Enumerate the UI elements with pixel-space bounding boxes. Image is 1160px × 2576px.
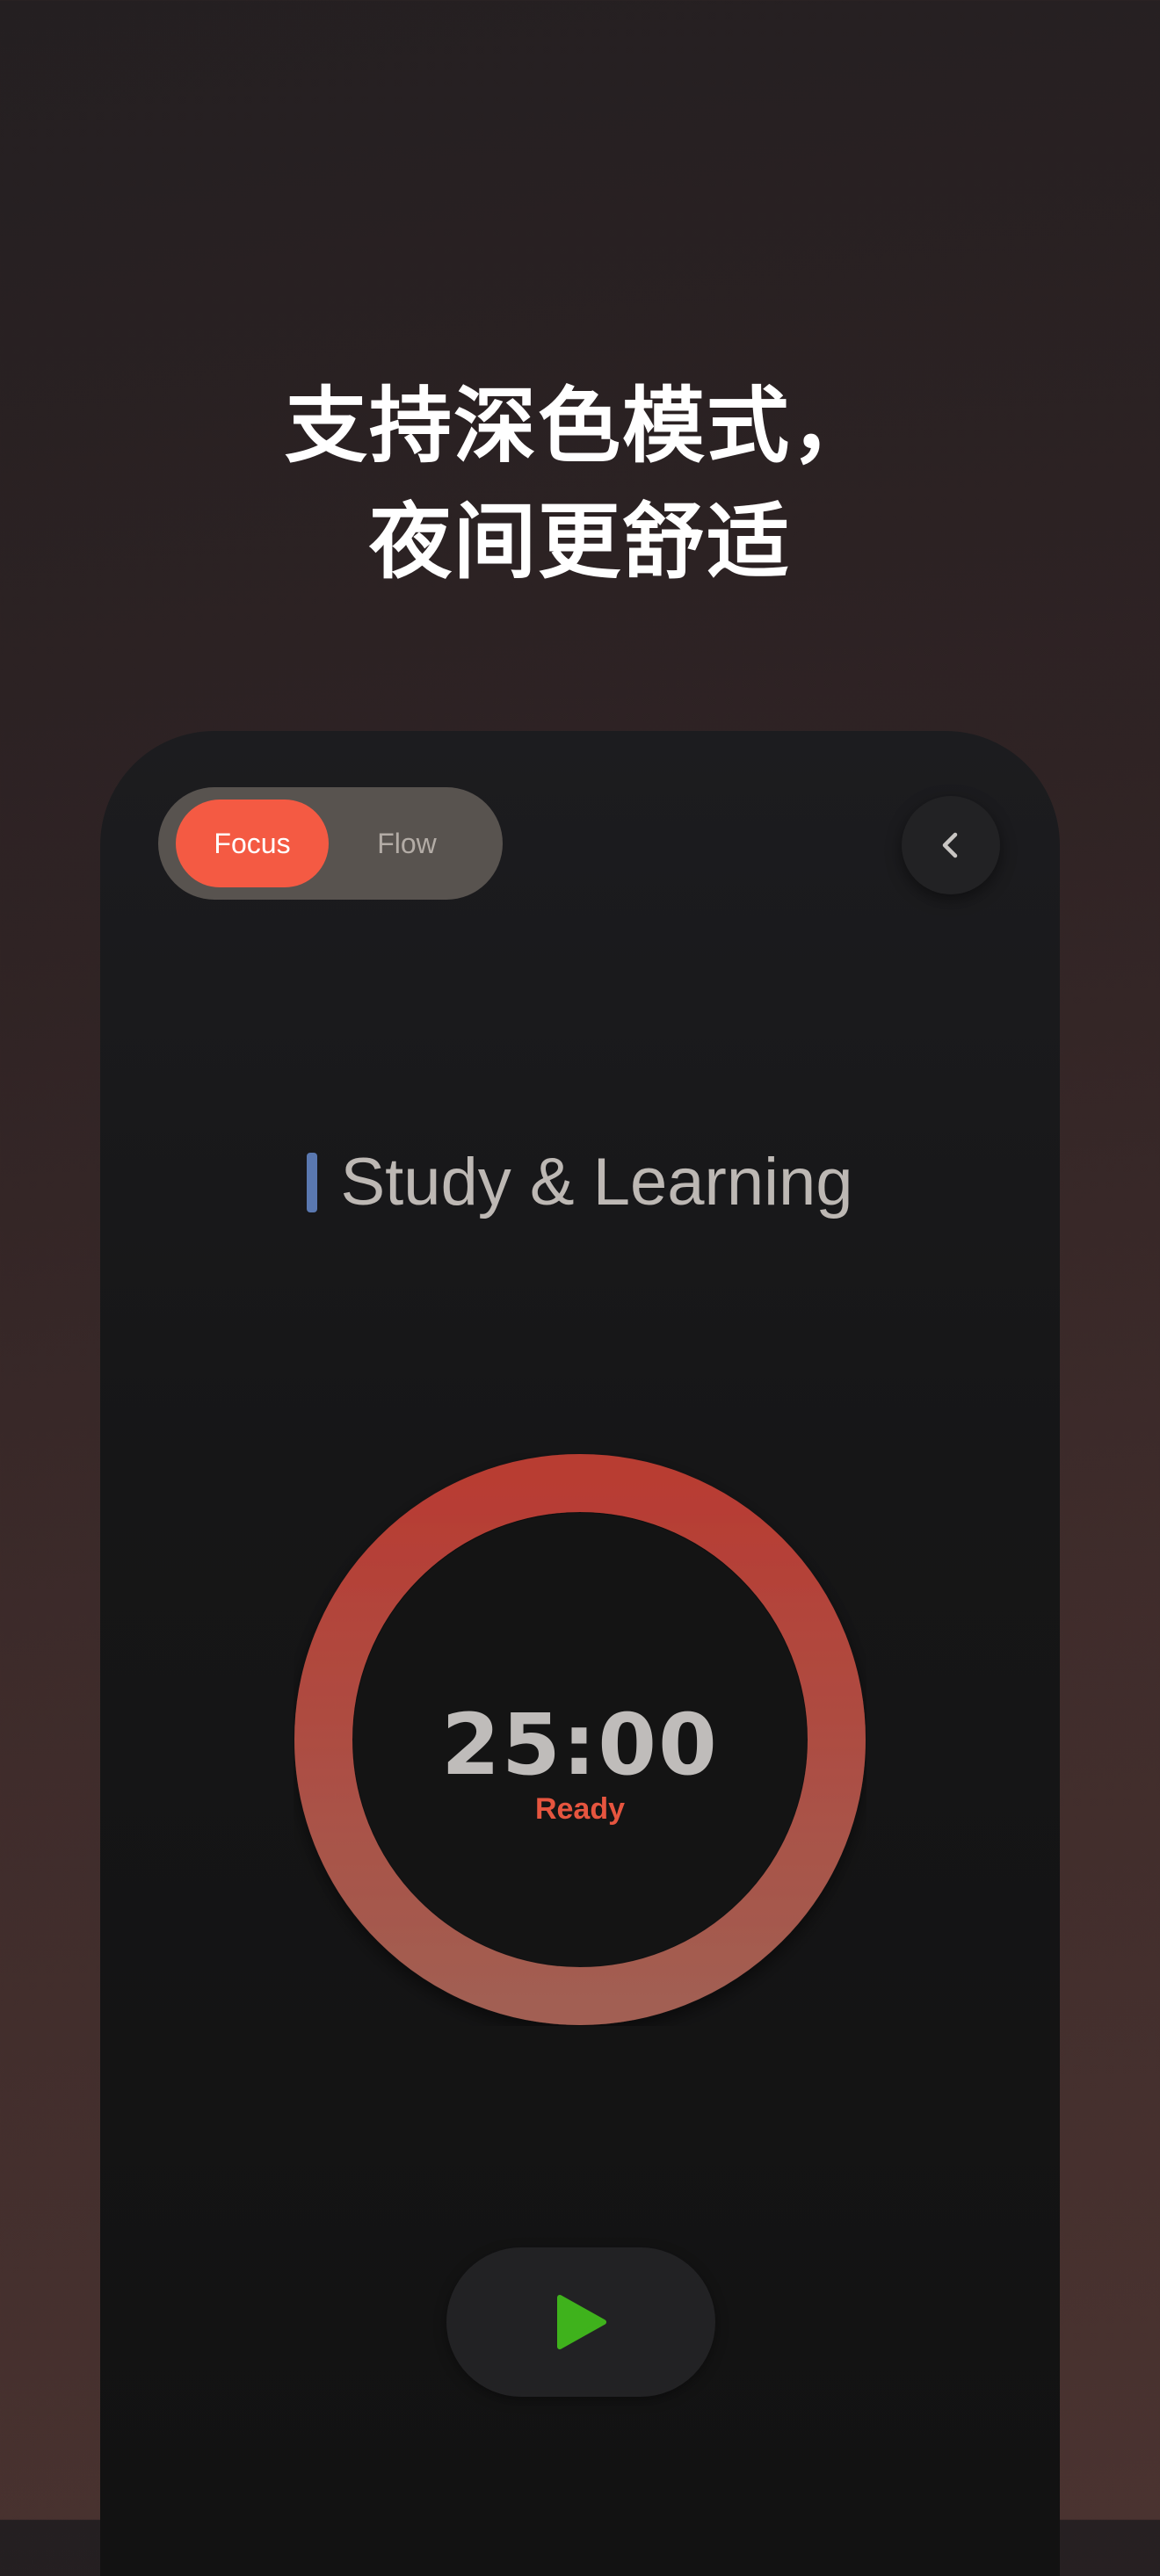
headline: 支持深色模式， 夜间更舒适 <box>0 369 1160 601</box>
play-button[interactable] <box>446 2247 715 2397</box>
category[interactable]: Study & Learning <box>100 1144 1060 1220</box>
flow-mode-button[interactable]: Flow <box>330 800 483 887</box>
focus-mode-button[interactable]: Focus <box>176 800 329 887</box>
timer-time: 25:00 <box>441 1696 719 1794</box>
headline-line-1: 支持深色模式， <box>284 379 875 474</box>
chevron-left-icon <box>942 832 958 858</box>
category-color-bar <box>307 1152 318 1212</box>
timer-readout: 25:00 Ready <box>294 1701 866 1827</box>
back-button[interactable] <box>902 796 1000 894</box>
timer-ring: 25:00 Ready <box>294 1453 866 2026</box>
phone-screen: Focus Flow Study & Learning 25:00 Ready <box>100 731 1060 2576</box>
mode-toggle: Focus Flow <box>158 787 503 900</box>
play-icon <box>557 2295 606 2349</box>
headline-line-2: 夜间更舒适 <box>368 495 791 590</box>
timer-status: Ready <box>534 1792 626 1826</box>
category-label: Study & Learning <box>340 1145 853 1219</box>
